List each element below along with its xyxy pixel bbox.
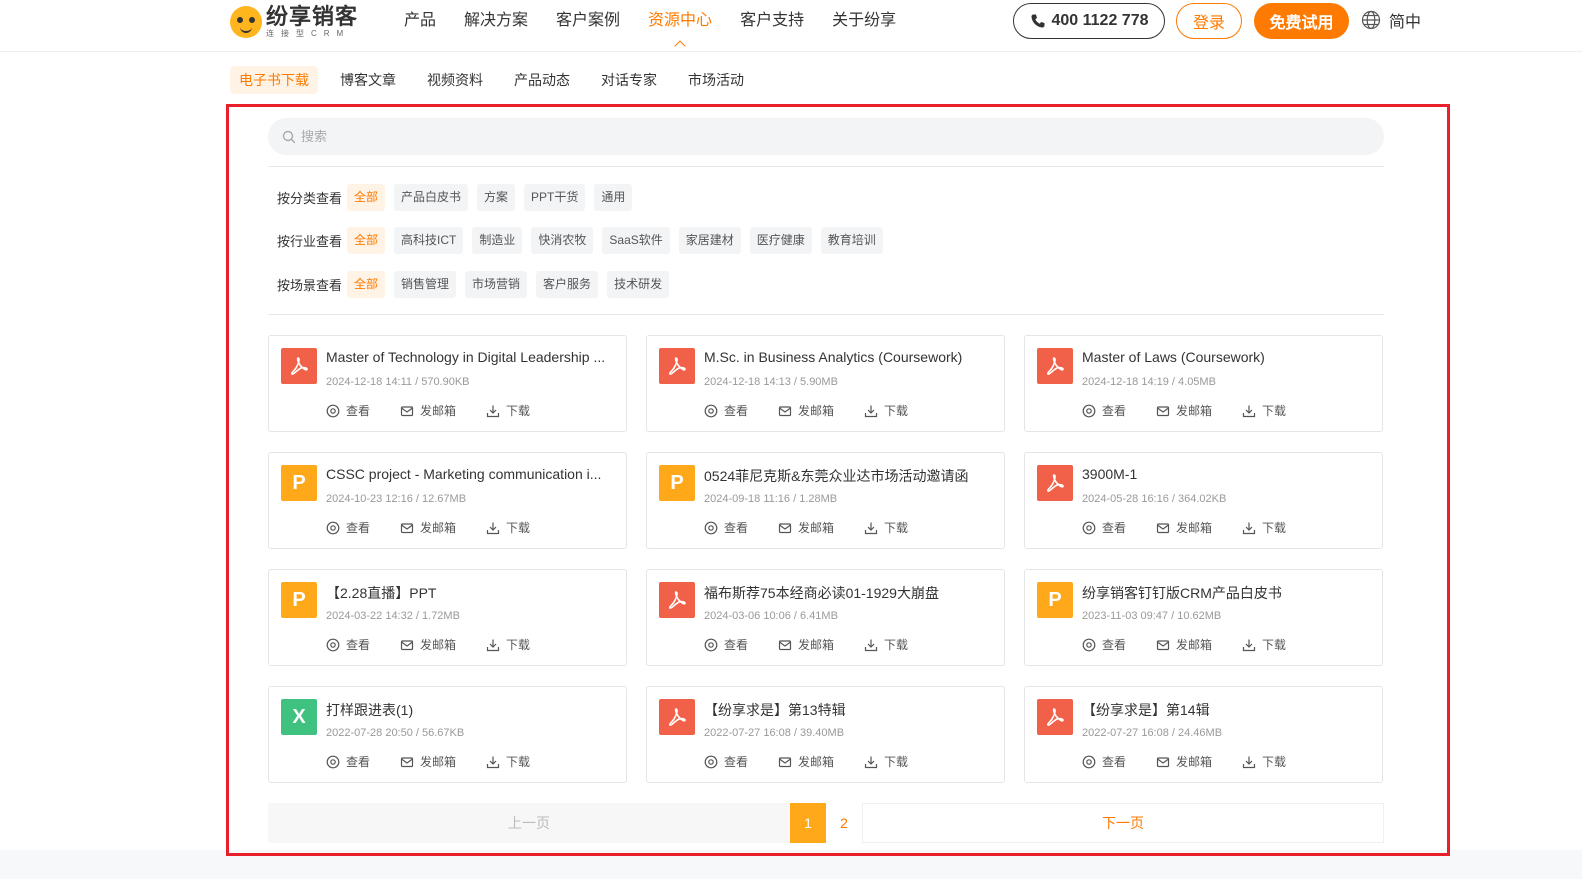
logo-text: 纷享销客 连接型CRM <box>266 5 358 39</box>
nav-item[interactable]: 解决方案 <box>464 0 528 42</box>
login-button[interactable]: 登录 <box>1176 3 1242 39</box>
top-navigation-bar: 纷享销客 连接型CRM 产品 解决方案 客户案例 资源中心 客户支持 关于纷享 400 1… <box>0 0 1582 52</box>
language-label: 简中 <box>1389 14 1422 31</box>
nav-item[interactable]: 产品 <box>404 0 436 42</box>
resource-sub-nav: 电子书下载 博客文章 视频资料 产品动态 对话专家 市场活动 <box>230 66 766 94</box>
sub-nav-tab[interactable]: 对话专家 <box>592 66 666 94</box>
nav-item[interactable]: 关于纷享 <box>832 0 896 42</box>
brand-logo[interactable]: 纷享销客 连接型CRM <box>230 4 358 40</box>
nav-item[interactable]: 客户案例 <box>556 0 620 42</box>
main-nav: 产品 解决方案 客户案例 资源中心 客户支持 关于纷享 <box>404 0 924 42</box>
phone-button[interactable]: 400 1122 778 <box>1013 3 1165 39</box>
highlight-frame <box>226 104 1450 856</box>
logo-title: 纷享销客 <box>266 4 359 29</box>
nav-item[interactable]: 资源中心 <box>648 0 712 42</box>
logo-subtitle: 连接型CRM <box>266 29 351 38</box>
sub-nav-tab[interactable]: 博客文章 <box>331 66 405 94</box>
globe-icon <box>1361 10 1381 30</box>
language-switcher[interactable]: 简中 <box>1361 8 1421 32</box>
sub-nav-tab[interactable]: 市场活动 <box>679 66 753 94</box>
phone-icon <box>1031 14 1044 28</box>
free-trial-button[interactable]: 免费试用 <box>1254 3 1349 39</box>
sub-nav-tab[interactable]: 视频资料 <box>418 66 492 94</box>
nav-item[interactable]: 客户支持 <box>740 0 804 42</box>
sub-nav-tab[interactable]: 电子书下载 <box>230 66 318 94</box>
logo-mascot-icon <box>230 6 262 38</box>
sub-nav-tab[interactable]: 产品动态 <box>505 66 579 94</box>
phone-number: 400 1122 778 <box>1051 12 1149 29</box>
